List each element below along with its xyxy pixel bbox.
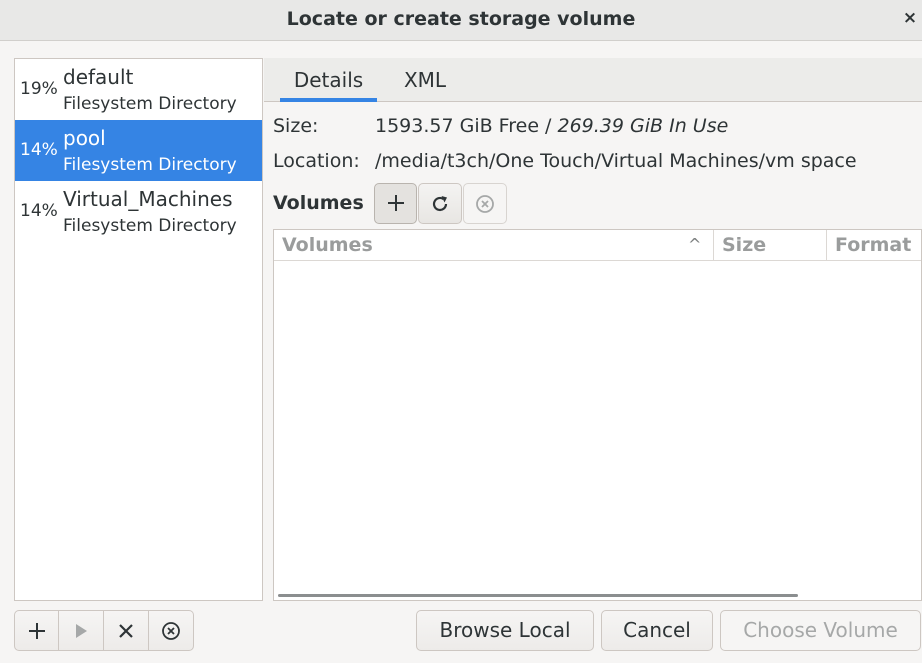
column-header-size[interactable]: Size: [713, 230, 826, 260]
size-in-use: 269.39 GiB In Use: [557, 115, 729, 137]
title-bar: Locate or create storage volume ×: [0, 0, 922, 41]
pool-name: Virtual_Machines: [63, 187, 233, 211]
pool-name: default: [63, 65, 134, 89]
volumes-label: Volumes: [273, 192, 364, 214]
location-label: Location:: [273, 150, 360, 172]
cancel-button[interactable]: Cancel: [601, 610, 713, 651]
pool-item-pool[interactable]: 14% pool Filesystem Directory: [15, 120, 262, 181]
pool-type: Filesystem Directory: [63, 94, 237, 114]
size-value: 1593.57 GiB Free / 269.39 GiB In Use: [375, 115, 728, 137]
pool-type: Filesystem Directory: [63, 216, 237, 236]
delete-circle-icon: [149, 611, 193, 641]
pool-item-virtual-machines[interactable]: 14% Virtual_Machines Filesystem Director…: [15, 181, 262, 242]
volumes-table-header: Volumes ^ Size Format: [274, 230, 921, 261]
plus-icon: [15, 611, 58, 641]
add-volume-button[interactable]: [374, 183, 417, 224]
pool-list[interactable]: 19% default Filesystem Directory 14% poo…: [14, 58, 263, 601]
browse-local-button[interactable]: Browse Local: [416, 610, 594, 651]
column-header-volumes[interactable]: Volumes: [274, 230, 713, 260]
close-icon[interactable]: ×: [900, 5, 920, 31]
stop-x-icon: [104, 611, 148, 640]
refresh-volumes-button[interactable]: [418, 183, 462, 224]
stop-pool-button[interactable]: [104, 610, 149, 651]
delete-pool-button[interactable]: [149, 610, 194, 651]
size-free: 1593.57 GiB Free /: [375, 115, 558, 137]
tab-bar: Details XML: [264, 58, 922, 102]
pool-usage-percent: 14%: [20, 140, 58, 160]
delete-circle-icon: [464, 184, 506, 214]
play-icon: [59, 611, 103, 640]
sort-ascending-icon: ^: [688, 235, 702, 254]
choose-volume-button[interactable]: Choose Volume: [720, 610, 921, 651]
add-pool-button[interactable]: [14, 610, 59, 651]
refresh-icon: [419, 184, 461, 215]
plus-icon: [375, 184, 416, 213]
column-header-format[interactable]: Format: [826, 230, 921, 260]
pool-type: Filesystem Directory: [63, 155, 237, 175]
tab-details[interactable]: Details: [280, 58, 377, 102]
delete-volume-button[interactable]: [463, 183, 507, 224]
horizontal-scrollbar[interactable]: [278, 594, 798, 597]
location-value: /media/t3ch/One Touch/Virtual Machines/v…: [375, 150, 857, 172]
window-title: Locate or create storage volume: [286, 8, 636, 30]
pool-name: pool: [63, 126, 106, 150]
tab-xml[interactable]: XML: [391, 58, 459, 102]
volumes-table[interactable]: Volumes ^ Size Format: [273, 229, 922, 601]
start-pool-button[interactable]: [59, 610, 104, 651]
pool-usage-percent: 14%: [20, 201, 58, 221]
pool-usage-percent: 19%: [20, 79, 58, 99]
pool-item-default[interactable]: 19% default Filesystem Directory: [15, 59, 262, 120]
size-label: Size:: [273, 115, 319, 137]
